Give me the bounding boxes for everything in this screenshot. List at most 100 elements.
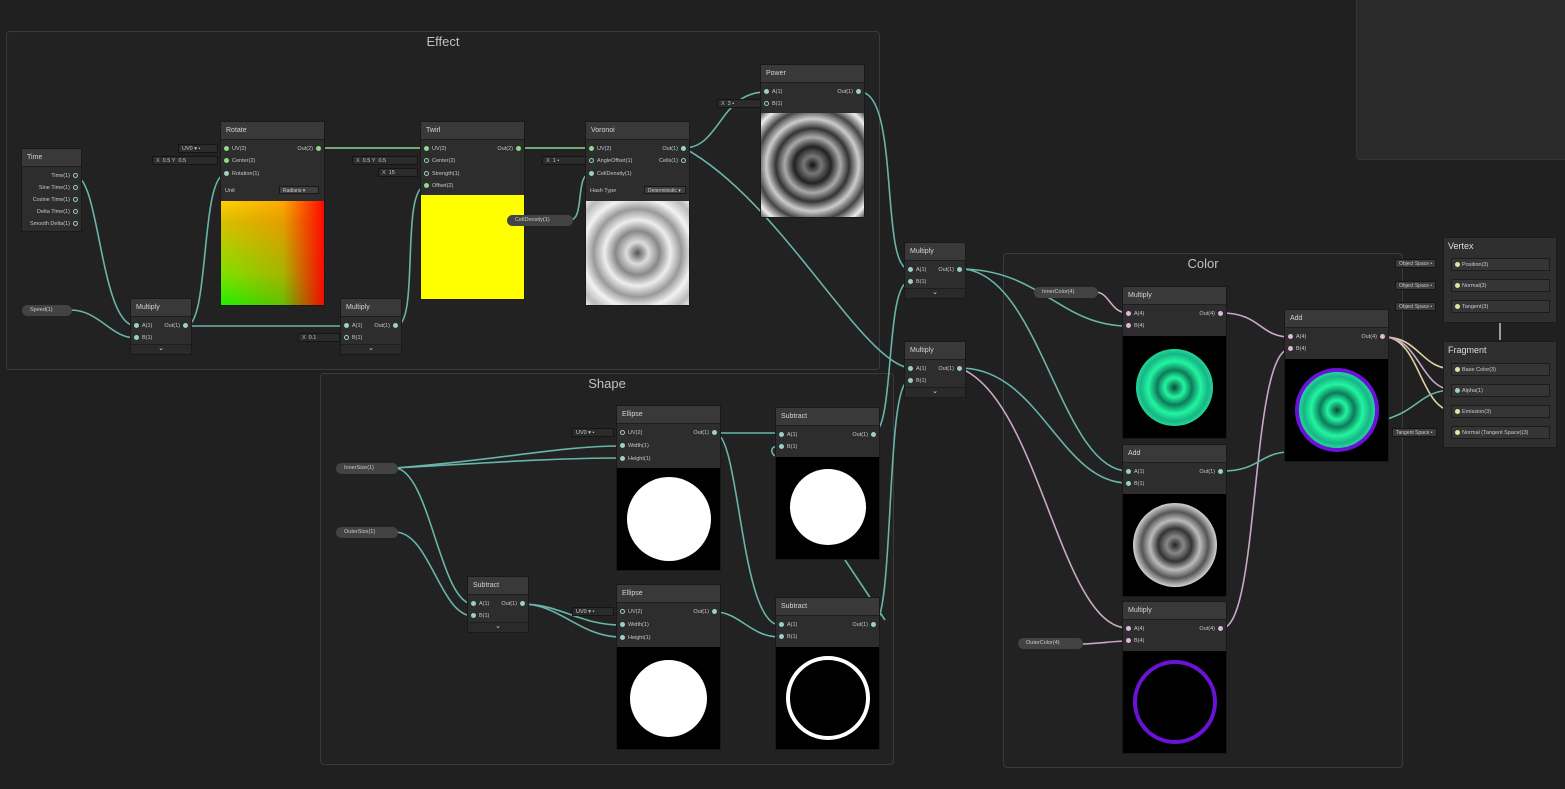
add-final-a-port[interactable]: A(4) — [1285, 332, 1306, 342]
ellipse-node-1[interactable]: Ellipse UV(2) Width(1) Height(1) Out(1) — [616, 405, 721, 571]
chevron-down-icon[interactable]: ⌄ — [468, 622, 528, 632]
voronoi-angle-port[interactable]: AngleOffset(1) — [586, 156, 632, 166]
tangent-slot[interactable]: Tangent(3) — [1451, 300, 1550, 313]
mcolor1-a-port[interactable]: A(4) — [1123, 309, 1144, 319]
multiply1-out-port[interactable]: Out(1) — [164, 321, 191, 331]
smooth-delta-out-port[interactable]: Smooth Delta(1) — [30, 219, 81, 229]
ellipse1-out-port[interactable]: Out(1) — [693, 428, 720, 438]
fragment-block[interactable]: Fragment Base Color(3) Alpha(1) Emission… — [1443, 341, 1557, 448]
multiply1-b-port[interactable]: B(1) — [131, 333, 152, 343]
multiply-color-node-2[interactable]: Multiply A(4) B(4) Out(4) — [1122, 601, 1227, 754]
chevron-down-icon[interactable]: ⌄ — [131, 344, 191, 354]
add-final-b-port[interactable]: B(4) — [1285, 344, 1306, 354]
multiply3-a-port[interactable]: A(1) — [905, 265, 926, 275]
position-space-label[interactable]: Object Space • — [1395, 259, 1437, 268]
add-final-node[interactable]: Add A(4) B(4) Out(4) — [1284, 309, 1389, 462]
emission-slot[interactable]: Emission(3) — [1451, 405, 1550, 418]
twirl-strength-field[interactable]: X 15 — [378, 168, 418, 177]
delta-time-out-port[interactable]: Delta Time(1) — [37, 207, 81, 217]
effect-group-title[interactable]: Effect — [7, 34, 879, 49]
twirl-center-port[interactable]: Center(2) — [421, 156, 455, 166]
multiply4-out-port[interactable]: Out(1) — [938, 364, 965, 374]
multiply3-out-port[interactable]: Out(1) — [938, 265, 965, 275]
subtract3-out-port[interactable]: Out(1) — [852, 620, 879, 630]
normal-slot[interactable]: Normal(3) — [1451, 279, 1550, 292]
time-out-port[interactable]: Time(1) — [51, 171, 81, 181]
twirl-offset-port[interactable]: Offset(2) — [421, 181, 453, 191]
voronoi-node[interactable]: Voronoi UV(2) AngleOffset(1) CellDensity… — [585, 121, 690, 306]
add-final-out-port[interactable]: Out(4) — [1361, 332, 1388, 342]
add-color-out-port[interactable]: Out(1) — [1199, 467, 1226, 477]
add-color-node[interactable]: Add A(1) B(1) Out(1) — [1122, 444, 1227, 597]
outer-size-property[interactable]: OuterSize(1) — [336, 527, 398, 538]
ellipse2-out-port[interactable]: Out(1) — [693, 607, 720, 617]
mcolor2-b-port[interactable]: B(4) — [1123, 636, 1144, 646]
twirl-uv-port[interactable]: UV(2) — [421, 144, 446, 154]
ellipse-node-2[interactable]: Ellipse UV(2) Width(1) Height(1) Out(1) — [616, 584, 721, 750]
mcolor1-b-port[interactable]: B(4) — [1123, 321, 1144, 331]
ellipse2-uv-field[interactable]: UV0 ▾ • — [572, 607, 614, 616]
rotate-rotation-port[interactable]: Rotation(1) — [221, 169, 259, 179]
power-a-port[interactable]: A(1) — [761, 87, 782, 97]
shape-group-title[interactable]: Shape — [321, 376, 893, 391]
subtract-node-2[interactable]: Subtract A(1) B(1) Out(1) — [775, 407, 880, 560]
position-slot[interactable]: Position(3) — [1451, 258, 1550, 271]
ellipse2-width-port[interactable]: Width(1) — [617, 620, 649, 630]
subtract3-b-port[interactable]: B(1) — [776, 632, 797, 642]
base-color-slot[interactable]: Base Color(3) — [1451, 363, 1550, 376]
normal-space-label[interactable]: Object Space • — [1395, 281, 1437, 290]
multiply1-a-port[interactable]: A(1) — [131, 321, 152, 331]
ellipse1-uv-port[interactable]: UV(2) — [617, 428, 642, 438]
inner-size-property[interactable]: InnerSize(1) — [336, 463, 398, 474]
multiply2-a-port[interactable]: A(1) — [341, 321, 362, 331]
ellipse2-height-port[interactable]: Height(1) — [617, 633, 651, 643]
power-b-port[interactable]: B(1) — [761, 99, 782, 109]
normal-tangent-space-label[interactable]: Tangent Space • — [1392, 428, 1437, 437]
add-color-b-port[interactable]: B(1) — [1123, 479, 1144, 489]
mcolor2-out-port[interactable]: Out(4) — [1199, 624, 1226, 634]
voronoi-angle-field[interactable]: X1 • — [542, 156, 586, 165]
alpha-slot[interactable]: Alpha(1) — [1451, 384, 1550, 397]
inner-color-property[interactable]: InnerColor(4) — [1034, 287, 1098, 298]
ellipse1-height-port[interactable]: Height(1) — [617, 454, 651, 464]
multiply-node-3[interactable]: Multiply A(1) B(1) Out(1) ⌄ — [904, 242, 966, 299]
rotate-uv-field[interactable]: UV0 ▾ • — [178, 144, 218, 153]
subtract1-a-port[interactable]: A(1) — [468, 599, 489, 609]
voronoi-cells-port[interactable]: Cells(1) — [659, 156, 689, 166]
chevron-down-icon[interactable]: ⌄ — [905, 288, 965, 298]
tangent-space-label[interactable]: Object Space • — [1395, 302, 1437, 311]
voronoi-density-port[interactable]: CellDensity(1) — [586, 169, 632, 179]
power-node[interactable]: Power A(1) B(1) Out(1) — [760, 64, 865, 218]
normal-ts-slot[interactable]: Normal (Tangent Space)(3) — [1451, 426, 1550, 439]
mcolor2-a-port[interactable]: A(4) — [1123, 624, 1144, 634]
rotate-center-port[interactable]: Center(2) — [221, 156, 255, 166]
multiply-color-node-1[interactable]: Multiply A(4) B(4) Out(4) — [1122, 286, 1227, 439]
speed-property[interactable]: Speed(1) — [22, 305, 72, 316]
multiply2-b-port[interactable]: B(1) — [341, 333, 362, 343]
subtract2-a-port[interactable]: A(1) — [776, 430, 797, 440]
subtract1-out-port[interactable]: Out(1) — [501, 599, 528, 609]
subtract-node-3[interactable]: Subtract A(1) B(1) Out(1) — [775, 597, 880, 750]
chevron-down-icon[interactable]: ⌄ — [341, 344, 401, 354]
voronoi-out-port[interactable]: Out(1) — [662, 144, 689, 154]
multiply4-a-port[interactable]: A(1) — [905, 364, 926, 374]
power-out-port[interactable]: Out(1) — [837, 87, 864, 97]
graph-inspector-panel[interactable] — [1356, 0, 1565, 160]
ellipse1-uv-field[interactable]: UV0 ▾ • — [572, 428, 614, 437]
subtract-node-1[interactable]: Subtract A(1) B(1) Out(1) ⌄ — [467, 576, 529, 633]
color-group-title[interactable]: Color — [1004, 256, 1402, 271]
cell-density-property[interactable]: CellDensity(1) — [507, 215, 573, 226]
time-node[interactable]: Time Time(1) Sine Time(1) Cosine Time(1)… — [21, 148, 82, 232]
vertex-block[interactable]: Vertex Position(3) Normal(3) Tangent(3) — [1443, 237, 1557, 323]
multiply-node-2[interactable]: Multiply A(1) B(1) Out(1) ⌄ — [340, 298, 402, 355]
ellipse1-width-port[interactable]: Width(1) — [617, 441, 649, 451]
voronoi-hash-dropdown[interactable]: Deterministic ▾ — [644, 186, 686, 194]
chevron-down-icon[interactable]: ⌄ — [905, 387, 965, 397]
ellipse2-uv-port[interactable]: UV(2) — [617, 607, 642, 617]
subtract3-a-port[interactable]: A(1) — [776, 620, 797, 630]
multiply4-b-port[interactable]: B(1) — [905, 376, 926, 386]
subtract1-b-port[interactable]: B(1) — [468, 611, 489, 621]
sine-time-out-port[interactable]: Sine Time(1) — [39, 183, 81, 193]
outer-color-property[interactable]: OuterColor(4) — [1018, 638, 1083, 649]
rotate-node[interactable]: Rotate UV(2) Center(2) Rotation(1) Out(2… — [220, 121, 325, 306]
